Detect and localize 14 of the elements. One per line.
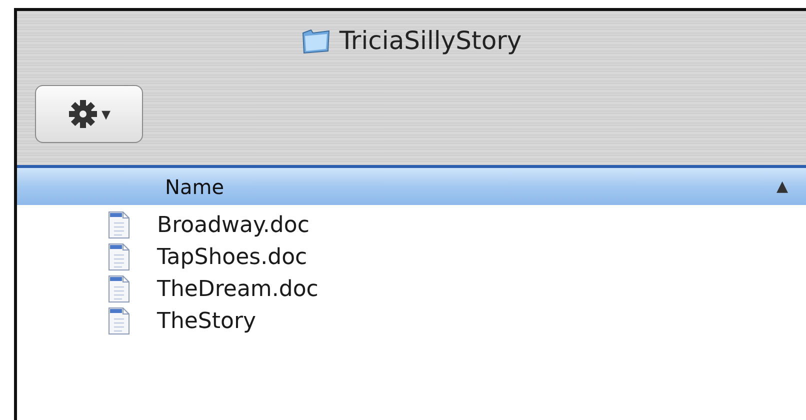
file-name[interactable]: TheStory: [157, 304, 256, 338]
document-icon: [107, 275, 131, 303]
file-name[interactable]: TapShoes.doc: [157, 240, 308, 274]
document-icon: [107, 307, 131, 335]
document-icon: [107, 243, 131, 271]
window-title: TriciaSillyStory: [339, 25, 522, 58]
gear-icon: [67, 98, 100, 130]
folder-icon: [301, 27, 332, 55]
action-button[interactable]: ▾: [35, 85, 143, 143]
file-name[interactable]: Broadway.doc: [157, 208, 310, 242]
column-header[interactable]: Name: [165, 172, 776, 202]
document-icon: [107, 211, 131, 239]
sort-arrow-icon[interactable]: ▲: [776, 175, 788, 198]
file-name[interactable]: TheDream.doc: [157, 272, 318, 306]
